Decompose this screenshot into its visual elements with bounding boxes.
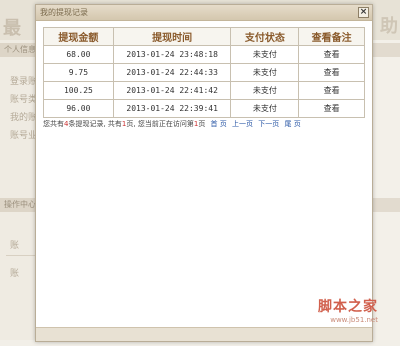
cell-status: 未支付 [230,63,300,82]
header-time: 提现时间 [112,27,232,46]
sidebar-section-personal: 个人信息 [0,43,40,57]
table-row: 9.75 2013-01-24 22:44:33 未支付 查看 [43,63,365,82]
pagination-bar: 您共有4条提现记录, 共有1页, 您当前正在访问第1页 首 页 上一页 下一页 … [43,119,365,129]
pager-last-link[interactable]: 尾 页 [284,120,300,128]
dialog-footer [36,327,372,341]
sidebar-link-account-type[interactable]: 账号类 [10,92,38,105]
sidebar-section-operations: 操作中心 [0,198,40,212]
background-right-panel [372,40,400,340]
background-right-bar-2 [372,198,400,212]
cell-amount: 96.00 [43,99,114,118]
dialog-titlebar[interactable]: 我的提现记录 × [36,5,372,21]
cell-time: 2013-01-24 23:48:18 [112,45,232,64]
cell-status: 未支付 [230,81,300,100]
cell-amount: 100.25 [43,81,114,100]
view-note-link[interactable]: 查看 [298,81,365,100]
header-status: 支付状态 [230,27,300,46]
background-title: 最 [3,18,21,39]
view-note-link[interactable]: 查看 [298,45,365,64]
close-icon: × [359,7,368,17]
view-note-link[interactable]: 查看 [298,99,365,118]
pager-next-link[interactable]: 下一页 [258,120,279,128]
table-header-row: 提现金额 提现时间 支付状态 查看备注 [43,27,365,46]
sidebar-link-login[interactable]: 登录账 [10,74,38,87]
sidebar-link-my-account[interactable]: 我的账 [10,110,38,123]
sidebar-link-ops-1[interactable]: 账 [10,238,38,251]
site-watermark: 脚本之家 www.jb51.net [318,296,378,324]
dialog-title: 我的提现记录 [40,8,88,17]
cell-time: 2013-01-24 22:39:41 [112,99,232,118]
table-row: 100.25 2013-01-24 22:41:42 未支付 查看 [43,81,365,100]
sidebar-link-ops-2[interactable]: 账 [10,266,38,279]
sidebar-link-account-business[interactable]: 账号业 [10,128,38,141]
pager-suffix: 页 [198,120,206,128]
pager-text-mid1: 条提现记录, 共有 [68,120,122,128]
withdrawal-table: 提现金额 提现时间 支付状态 查看备注 68.00 2013-01-24 23:… [43,27,365,118]
sidebar-divider [6,255,36,256]
cell-status: 未支付 [230,99,300,118]
background-right-bar [372,43,400,57]
pager-text-mid2: 页, 您当前正在访问第 [126,120,194,128]
header-note: 查看备注 [298,27,365,46]
view-note-link[interactable]: 查看 [298,63,365,82]
pager-prev-link[interactable]: 上一页 [232,120,253,128]
watermark-url: www.jb51.net [330,316,378,324]
dialog-body: 提现金额 提现时间 支付状态 查看备注 68.00 2013-01-24 23:… [43,27,365,118]
watermark-logo-text: 脚本之家 [318,299,378,315]
pager-prefix: 您共有 [43,120,64,128]
close-button[interactable]: × [358,7,369,18]
cell-status: 未支付 [230,45,300,64]
header-amount: 提现金额 [43,27,114,46]
pager-first-link[interactable]: 首 页 [211,120,227,128]
cell-amount: 9.75 [43,63,114,82]
background-help: 助 [380,16,398,37]
table-row: 68.00 2013-01-24 23:48:18 未支付 查看 [43,45,365,64]
cell-time: 2013-01-24 22:44:33 [112,63,232,82]
table-row: 96.00 2013-01-24 22:39:41 未支付 查看 [43,99,365,118]
withdrawal-records-dialog: 我的提现记录 × 提现金额 提现时间 支付状态 查看备注 68.00 2013-… [35,4,373,342]
cell-time: 2013-01-24 22:41:42 [112,81,232,100]
cell-amount: 68.00 [43,45,114,64]
